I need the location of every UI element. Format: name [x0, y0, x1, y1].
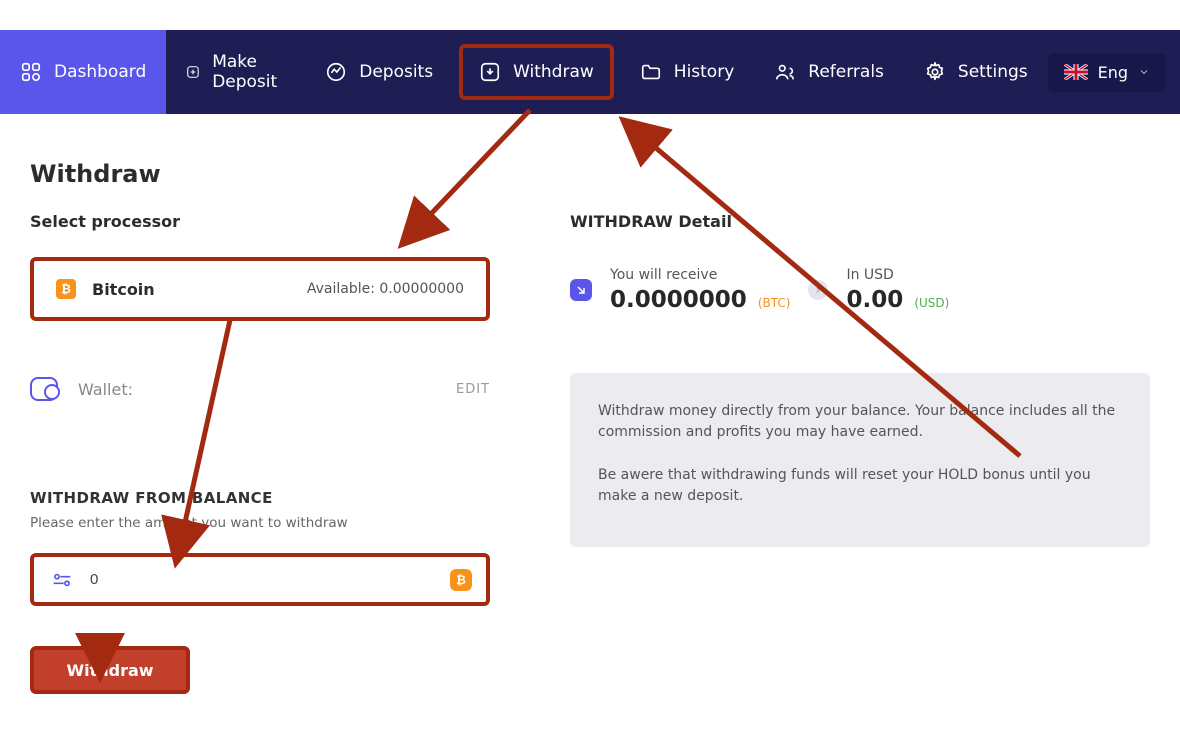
gear-icon	[924, 61, 946, 83]
amount-input[interactable]	[90, 571, 468, 588]
nav-label: Dashboard	[54, 62, 146, 82]
nav-dashboard[interactable]: Dashboard	[0, 30, 166, 114]
flag-uk-icon	[1064, 64, 1088, 80]
usd-value: 0.00	[846, 287, 903, 313]
top-nav: Dashboard Make Deposit Deposits Withdraw…	[0, 30, 1180, 114]
edit-wallet-link[interactable]: EDIT	[456, 382, 490, 397]
nav-label: History	[674, 62, 734, 82]
folder-icon	[640, 61, 662, 83]
info-line-1: Withdraw money directly from your balanc…	[598, 401, 1122, 443]
wallet-label: Wallet:	[78, 380, 133, 399]
nav-label: Settings	[958, 62, 1028, 82]
nav-make-deposit[interactable]: Make Deposit	[166, 30, 305, 114]
in-usd-metric: In USD 0.00 (USD)	[846, 267, 949, 313]
withdraw-button-label: Withdraw	[66, 661, 153, 680]
wallet-icon	[30, 377, 58, 401]
you-will-receive-metric: You will receive 0.0000000 (BTC)	[610, 267, 790, 313]
users-icon	[774, 61, 796, 83]
info-line-2: Be awere that withdrawing funds will res…	[598, 465, 1122, 507]
nav-deposits[interactable]: Deposits	[305, 30, 453, 114]
receive-label: You will receive	[610, 267, 790, 283]
language-selector[interactable]: Eng	[1048, 53, 1166, 92]
language-label: Eng	[1098, 63, 1128, 82]
bitcoin-badge-icon: ₿	[450, 569, 472, 591]
nav-history[interactable]: History	[620, 30, 754, 114]
download-icon	[479, 61, 501, 83]
chevron-down-icon	[1138, 66, 1150, 78]
processor-bitcoin[interactable]: ₿ Bitcoin Available: 0.00000000	[30, 257, 490, 321]
nav-label: Deposits	[359, 62, 433, 82]
usd-label: In USD	[846, 267, 949, 283]
withdraw-detail-title: WITHDRAW Detail	[570, 212, 1150, 231]
usd-unit: (USD)	[914, 296, 949, 310]
detail-row: You will receive 0.0000000 (BTC) In USD …	[570, 267, 1150, 313]
dashboard-icon	[20, 61, 42, 83]
nav-withdraw[interactable]: Withdraw	[459, 44, 614, 100]
amount-prompt: Please enter the amount you want to with…	[30, 515, 490, 531]
nav-referrals[interactable]: Referrals	[754, 30, 904, 114]
receive-value: 0.0000000	[610, 287, 747, 313]
nav-label: Withdraw	[513, 62, 594, 82]
sliders-icon	[52, 572, 72, 588]
right-column: WITHDRAW Detail You will receive 0.00000…	[570, 212, 1150, 694]
page-content: Withdraw Select processor ₿ Bitcoin Avai…	[0, 130, 1180, 744]
nav-label: Referrals	[808, 62, 884, 82]
receive-unit: (BTC)	[758, 296, 791, 310]
nav-label: Make Deposit	[212, 52, 285, 92]
processor-name: Bitcoin	[92, 280, 155, 299]
arrow-right-icon	[808, 280, 828, 300]
select-processor-label: Select processor	[30, 212, 490, 231]
plus-square-icon	[186, 61, 200, 83]
activity-icon	[325, 61, 347, 83]
bitcoin-icon: ₿	[56, 279, 76, 299]
withdraw-button[interactable]: Withdraw	[30, 646, 190, 694]
withdraw-from-balance-header: WITHDRAW FROM BALANCE	[30, 489, 490, 507]
wallet-row: Wallet: EDIT	[30, 377, 490, 401]
amount-card: ₿	[30, 553, 490, 606]
left-column: Select processor ₿ Bitcoin Available: 0.…	[30, 212, 490, 694]
page-title: Withdraw	[30, 160, 1150, 188]
arrow-down-right-icon	[570, 279, 592, 301]
processor-available: Available: 0.00000000	[307, 281, 464, 297]
nav-settings[interactable]: Settings	[904, 30, 1048, 114]
info-box: Withdraw money directly from your balanc…	[570, 373, 1150, 547]
